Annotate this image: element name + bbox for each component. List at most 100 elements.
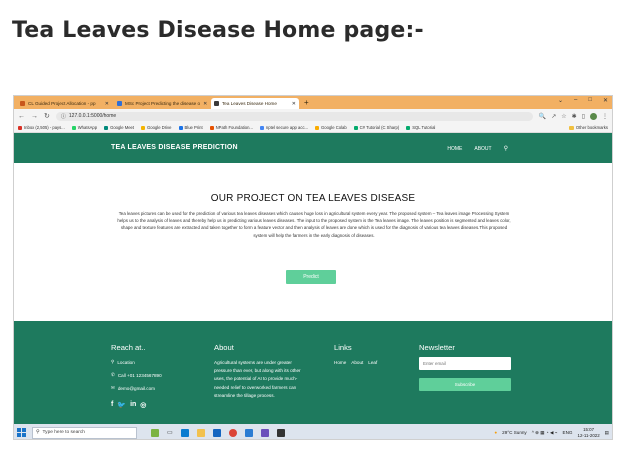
bookmarks-bar: Inbox (2,505) - pays... WhatsApp Google … <box>14 123 612 133</box>
tab-favicon-icon <box>20 101 25 106</box>
footer-link-leaf[interactable]: Leaf <box>368 360 377 365</box>
website-viewport: TEA LEAVES DISEASE PREDICTION HOME ABOUT… <box>14 133 612 424</box>
taskbar-apps: ▭ <box>151 428 285 437</box>
url-text: 127.0.0.1:5000/home <box>68 113 117 119</box>
bookmark-item[interactable]: WhatsApp <box>71 125 97 130</box>
footer-reach-column: Reach at.. ⚲ Location ✆ Call +01 123456789… <box>111 343 162 409</box>
tab-label: MSc Project Predicting the disease o <box>125 101 201 106</box>
w3schools-icon <box>406 125 411 130</box>
url-field[interactable]: ⓘ 127.0.0.1:5000/home <box>55 111 533 121</box>
drive-icon <box>141 125 146 130</box>
mail-app-icon[interactable] <box>212 428 221 437</box>
close-icon[interactable]: ✕ <box>105 101 109 107</box>
bookmark-item[interactable]: SQL Tutorial <box>406 125 435 130</box>
star-icon[interactable]: ☆ <box>561 113 566 120</box>
footer-link-home[interactable]: Home <box>334 360 346 365</box>
sidebar-icon[interactable]: ▯ <box>582 113 585 120</box>
back-icon[interactable]: ← <box>18 113 25 120</box>
project-title: OUR PROJECT ON TEA LEAVES DISEASE <box>210 193 416 204</box>
mail-icon: ✉ <box>111 385 115 390</box>
newsletter-email-input[interactable] <box>419 357 511 370</box>
footer-email[interactable]: ✉ demo@gmail.com <box>111 385 162 391</box>
site-brand[interactable]: TEA LEAVES DISEASE PREDICTION <box>111 144 238 151</box>
bookmark-item[interactable]: Inbox (2,505) - pays... <box>18 125 65 130</box>
file-explorer-icon[interactable] <box>196 428 205 437</box>
bookmark-item[interactable]: Google Drive <box>141 125 172 130</box>
edge-icon[interactable] <box>180 428 189 437</box>
nav-about-link[interactable]: ABOUT <box>474 146 491 152</box>
instagram-icon[interactable]: ◎ <box>140 401 146 409</box>
taskbar-search[interactable]: ⚲ Type here to search <box>32 426 137 439</box>
task-view-icon[interactable]: ▭ <box>167 429 173 436</box>
reload-icon[interactable]: ↻ <box>44 112 50 120</box>
language-indicator[interactable]: ENG <box>563 430 573 435</box>
windows-taskbar: ⚲ Type here to search ▭ ● 29°C Sunny ^ ⊕… <box>14 424 612 439</box>
system-tray: ● 29°C Sunny ^ ⊕ ▦ ◔ ◀ ⌁ ENG 15:07 12-11… <box>494 427 609 438</box>
search-icon[interactable]: ⚲ <box>504 145 508 152</box>
forward-icon[interactable]: → <box>31 113 38 120</box>
bookmark-item[interactable]: nptel secure app acc... <box>259 125 308 130</box>
weather-text[interactable]: 29°C Sunny <box>502 430 527 435</box>
gmail-icon <box>18 125 22 130</box>
notification-icon[interactable]: ▤ <box>605 430 609 436</box>
share-icon[interactable]: ↗ <box>551 113 556 120</box>
tab-label: Tea Leaves Disease Home <box>222 101 277 106</box>
close-icon[interactable]: ✕ <box>292 101 296 107</box>
store-icon[interactable] <box>244 428 253 437</box>
bookmark-item[interactable]: C# Tutorial (C Sharp) <box>353 125 399 130</box>
location-pin-icon: ⚲ <box>111 359 115 364</box>
footer-link-about[interactable]: About <box>351 360 363 365</box>
address-bar: ← → ↻ ⓘ 127.0.0.1:5000/home 🔍 ↗ ☆ ✱ ▯ ⋮ <box>14 109 612 123</box>
meet-icon <box>104 125 109 130</box>
footer-phone[interactable]: ✆ Call +01 1234567890 <box>111 372 162 378</box>
nav-home-link[interactable]: HOME <box>447 146 462 152</box>
taskbar-clock[interactable]: 15:07 12-11-2022 <box>578 427 600 438</box>
menu-icon[interactable]: ⋮ <box>602 113 608 120</box>
bookmark-item[interactable]: NPath Foundation... <box>209 125 253 130</box>
chevron-down-icon[interactable]: ⌄ <box>558 97 563 104</box>
project-section: OUR PROJECT ON TEA LEAVES DISEASE Tea le… <box>14 163 612 321</box>
close-icon[interactable]: ✕ <box>203 101 207 107</box>
other-bookmarks[interactable]: Other bookmarks <box>568 125 608 130</box>
avatar[interactable] <box>590 112 597 120</box>
info-icon[interactable]: ⓘ <box>61 113 66 120</box>
tray-icons[interactable]: ^ ⊕ ▦ ◔ ◀ ⌁ <box>532 430 558 436</box>
zoom-icon[interactable]: 🔍 <box>539 113 546 120</box>
new-tab-button[interactable]: + <box>304 98 309 107</box>
linkedin-icon[interactable]: in <box>130 401 136 409</box>
footer-about-column: About Agricultural systems are under gre… <box>214 343 304 400</box>
project-description: Tea leaves pictures can be used for the … <box>117 211 511 238</box>
browser-tab-bar: CL Guided Project Allocation - pp ✕ MSc … <box>14 96 612 109</box>
minimize-icon[interactable]: – <box>574 97 577 104</box>
footer-links-list: Home About Leaf <box>334 360 377 365</box>
social-links: f 🐦 in ◎ <box>111 401 162 409</box>
vscode-icon[interactable] <box>260 428 269 437</box>
tab-favicon-icon <box>214 101 219 106</box>
browser-tab[interactable]: CL Guided Project Allocation - pp ✕ <box>17 98 112 109</box>
close-window-icon[interactable]: ✕ <box>603 97 608 104</box>
bookmark-item[interactable]: Google Colab <box>315 125 347 130</box>
bookmark-item[interactable]: Blue Print <box>178 125 203 130</box>
footer-location[interactable]: ⚲ Location <box>111 359 162 365</box>
chrome-icon[interactable] <box>228 428 237 437</box>
facebook-icon[interactable]: f <box>111 401 113 409</box>
windows-start-icon[interactable] <box>17 428 26 437</box>
widget-icon[interactable] <box>151 428 159 437</box>
w3schools-icon <box>353 125 358 130</box>
window-controls: ⌄ – □ ✕ <box>558 97 608 104</box>
browser-tab-active[interactable]: Tea Leaves Disease Home ✕ <box>211 98 299 109</box>
taskbar-search-placeholder: Type here to search <box>42 430 85 435</box>
terminal-icon[interactable] <box>276 428 285 437</box>
twitter-icon[interactable]: 🐦 <box>117 401 126 409</box>
footer-newsletter-heading: Newsletter <box>419 343 455 352</box>
tab-label: CL Guided Project Allocation - pp <box>28 101 96 106</box>
extension-icons: 🔍 ↗ ☆ ✱ ▯ ⋮ <box>539 112 608 120</box>
browser-tab[interactable]: MSc Project Predicting the disease o ✕ <box>114 98 209 109</box>
maximize-icon[interactable]: □ <box>588 97 592 104</box>
bookmark-item[interactable]: Google Meet <box>104 125 134 130</box>
predict-button[interactable]: Predict <box>286 270 336 284</box>
subscribe-button[interactable]: Subscribe <box>419 378 511 391</box>
weather-icon: ● <box>494 430 498 435</box>
footer-links-column: Links Home About Leaf <box>334 343 377 365</box>
extensions-icon[interactable]: ✱ <box>572 113 577 120</box>
